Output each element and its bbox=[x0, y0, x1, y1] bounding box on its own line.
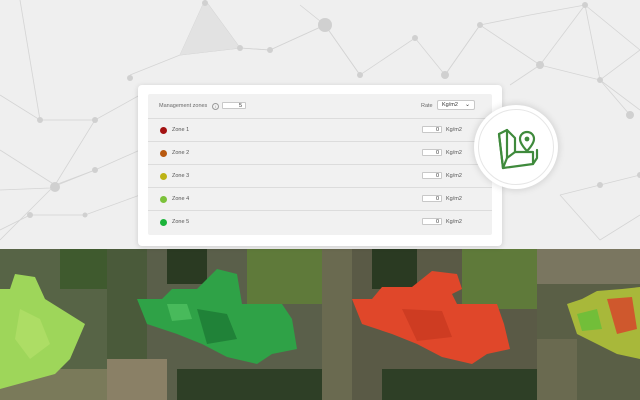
zone-label: Zone 1 bbox=[172, 127, 190, 133]
zone-label: Zone 3 bbox=[172, 173, 190, 179]
badge-ring bbox=[478, 109, 554, 185]
zone-row: Zone 1 0 Kg/m2 bbox=[148, 118, 492, 141]
zone-rate-input[interactable]: 0 bbox=[422, 172, 442, 179]
zone-color-dot bbox=[160, 196, 167, 203]
zone-rate-input[interactable]: 0 bbox=[422, 218, 442, 225]
zone-rate-unit: Kg/m2 bbox=[446, 219, 462, 225]
zones-count-input[interactable]: 5 bbox=[222, 102, 246, 109]
zone-rate-input[interactable]: 0 bbox=[422, 149, 442, 156]
field-location-badge bbox=[474, 105, 558, 189]
zones-panel: Management zones i 5 Rate Kg/m2 ⌄ Zone 1… bbox=[148, 94, 492, 235]
field-location-icon bbox=[497, 128, 539, 170]
satellite-fields-strip bbox=[0, 249, 640, 400]
field-tile-2 bbox=[107, 249, 322, 400]
zone-label: Zone 2 bbox=[172, 150, 190, 156]
zone-rate-unit: Kg/m2 bbox=[446, 173, 462, 179]
zone-label: Zone 5 bbox=[172, 219, 190, 225]
zone-rate-unit: Kg/m2 bbox=[446, 127, 462, 133]
unit-select-value: Kg/m2 bbox=[442, 102, 458, 108]
zone-row: Zone 2 0 Kg/m2 bbox=[148, 141, 492, 164]
zone-row: Zone 4 0 Kg/m2 bbox=[148, 187, 492, 210]
zone-label: Zone 4 bbox=[172, 196, 190, 202]
zone-rate-input[interactable]: 0 bbox=[422, 195, 442, 202]
chevron-down-icon: ⌄ bbox=[464, 102, 470, 108]
unit-select[interactable]: Kg/m2 ⌄ bbox=[437, 100, 475, 110]
zone-color-dot bbox=[160, 219, 167, 226]
zone-rate-unit: Kg/m2 bbox=[446, 196, 462, 202]
zone-row: Zone 5 0 Kg/m2 bbox=[148, 210, 492, 233]
zone-color-dot bbox=[160, 173, 167, 180]
zone-color-dot bbox=[160, 150, 167, 157]
field-tile-4 bbox=[537, 249, 640, 400]
zones-header: Management zones i 5 Rate Kg/m2 ⌄ bbox=[148, 94, 492, 118]
zone-color-dot bbox=[160, 127, 167, 134]
field-tile-1 bbox=[0, 249, 110, 400]
rate-label: Rate bbox=[421, 102, 433, 109]
zone-row: Zone 3 0 Kg/m2 bbox=[148, 164, 492, 187]
zone-rate-unit: Kg/m2 bbox=[446, 150, 462, 156]
field-tile-3 bbox=[322, 249, 537, 400]
zone-rate-input[interactable]: 0 bbox=[422, 126, 442, 133]
management-zones-card: Management zones i 5 Rate Kg/m2 ⌄ Zone 1… bbox=[138, 85, 502, 246]
management-zones-label: Management zones bbox=[159, 103, 208, 109]
info-icon[interactable]: i bbox=[212, 102, 219, 110]
